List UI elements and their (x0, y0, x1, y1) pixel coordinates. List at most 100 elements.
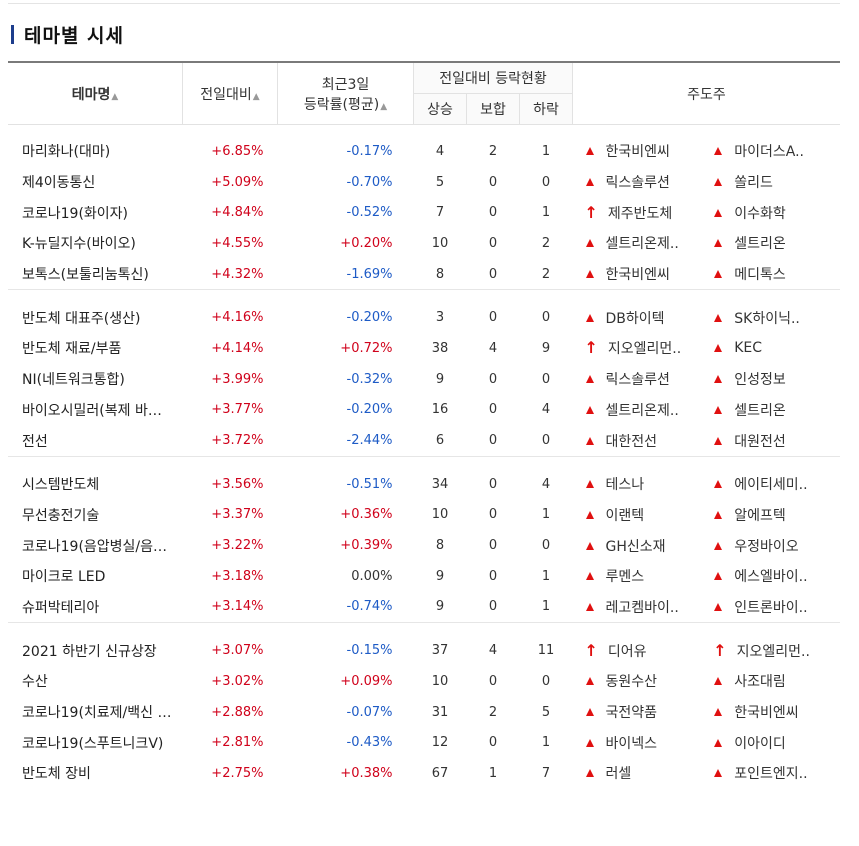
leader-stock[interactable]: ↑ 지오엘리먼.. (583, 338, 712, 358)
leader-stock[interactable]: GH신소재 (583, 536, 712, 556)
leader-stock-name[interactable]: 셀트리온 (734, 233, 786, 253)
leader-stock[interactable]: 대원전선 (711, 431, 840, 451)
leader-stock[interactable]: 메디톡스 (711, 264, 840, 284)
leader-stock[interactable]: KEC (711, 338, 840, 358)
leader-stock[interactable]: 쏠리드 (711, 172, 840, 192)
leader-stock[interactable]: 셀트리온제.. (583, 400, 712, 420)
leader-stock[interactable]: ↑ 제주반도체 (583, 203, 712, 223)
leader-stock[interactable]: 테스나 (583, 474, 712, 494)
leader-stock[interactable]: 포인트엔지.. (711, 763, 840, 783)
leader-stock-name[interactable]: DB하이텍 (606, 308, 665, 328)
leader-stock-name[interactable]: 릭스솔루션 (606, 369, 670, 389)
leader-stock-name[interactable]: 인트론바이.. (734, 597, 807, 617)
leader-stock-name[interactable]: 릭스솔루션 (606, 172, 670, 192)
leader-stock[interactable]: 한국비엔씨 (583, 141, 712, 161)
leader-stock[interactable]: SK하이닉.. (711, 308, 840, 328)
theme-link[interactable]: 바이오시밀러(복제 바… (22, 403, 162, 419)
leader-stock[interactable]: 에스엘바이.. (711, 566, 840, 586)
theme-link[interactable]: 제4이동통신 (22, 175, 95, 191)
leader-stock-name[interactable]: 디어유 (608, 641, 647, 661)
leader-stock[interactable]: 릭스솔루션 (583, 172, 712, 192)
theme-link[interactable]: 보톡스(보툴리눔톡신) (22, 267, 149, 283)
theme-link[interactable]: 시스템반도체 (22, 477, 99, 493)
theme-link[interactable]: 코로나19(화이자) (22, 206, 128, 222)
col-header-theme[interactable]: 테마명▲ (8, 62, 183, 125)
leader-stock-name[interactable]: 국전약품 (606, 702, 658, 722)
theme-link[interactable]: 무선충전기술 (22, 508, 99, 524)
theme-link[interactable]: 코로나19(치료제/백신 … (22, 705, 171, 721)
leader-stock-name[interactable]: 지오엘리먼.. (608, 338, 681, 358)
leader-stock[interactable]: 레고켐바이.. (583, 597, 712, 617)
leader-stock[interactable]: DB하이텍 (583, 308, 712, 328)
leader-stock-name[interactable]: 우정바이오 (734, 536, 798, 556)
theme-link[interactable]: 반도체 대표주(생산) (22, 311, 140, 327)
leader-stock-name[interactable]: 인성정보 (734, 369, 786, 389)
leader-stock-name[interactable]: 이랜텍 (606, 505, 645, 525)
col-header-change[interactable]: 전일대비▲ (182, 62, 278, 125)
leader-stock-name[interactable]: 레고켐바이.. (606, 597, 679, 617)
theme-link[interactable]: 코로나19(스푸트니크V) (22, 736, 163, 752)
leader-stock[interactable]: 마이더스A.. (711, 141, 840, 161)
leader-stock[interactable]: 인성정보 (711, 369, 840, 389)
leader-stock-name[interactable]: 테스나 (606, 474, 645, 494)
leader-stock[interactable]: 릭스솔루션 (583, 369, 712, 389)
leader-stock-name[interactable]: 셀트리온 (734, 400, 786, 420)
theme-link[interactable]: 반도체 장비 (22, 766, 91, 782)
leader-stock-name[interactable]: 이아이디 (734, 733, 786, 753)
leader-stock-name[interactable]: 제주반도체 (608, 203, 672, 223)
leader-stock[interactable]: ↑ 지오엘리먼.. (711, 641, 840, 661)
leader-stock-name[interactable]: 대한전선 (606, 431, 658, 451)
leader-stock[interactable]: 이랜텍 (583, 505, 712, 525)
leader-stock[interactable]: 이아이디 (711, 733, 840, 753)
leader-stock-name[interactable]: 루멘스 (606, 566, 645, 586)
theme-link[interactable]: K-뉴딜지수(바이오) (22, 236, 136, 252)
leader-stock-name[interactable]: 마이더스A.. (734, 141, 804, 161)
leader-stock[interactable]: 루멘스 (583, 566, 712, 586)
leader-stock-name[interactable]: 포인트엔지.. (734, 763, 807, 783)
leader-stock-name[interactable]: 쏠리드 (734, 172, 773, 192)
leader-stock[interactable]: ↑ 디어유 (583, 641, 712, 661)
leader-stock-name[interactable]: 에스엘바이.. (734, 566, 807, 586)
theme-link[interactable]: 2021 하반기 신규상장 (22, 644, 157, 660)
leader-stock-name[interactable]: 동원수산 (606, 671, 658, 691)
theme-link[interactable]: 반도체 재료/부품 (22, 341, 121, 357)
leader-stock-name[interactable]: 셀트리온제.. (606, 233, 679, 253)
leader-stock-name[interactable]: 러셀 (606, 763, 632, 783)
leader-stock[interactable]: 한국비엔씨 (711, 702, 840, 722)
leader-stock[interactable]: 이수화학 (711, 203, 840, 223)
theme-link[interactable]: 전선 (22, 434, 48, 450)
leader-stock-name[interactable]: KEC (734, 340, 762, 356)
leader-stock[interactable]: 바이넥스 (583, 733, 712, 753)
leader-stock-name[interactable]: 에이티세미.. (734, 474, 807, 494)
leader-stock[interactable]: 동원수산 (583, 671, 712, 691)
leader-stock[interactable]: 국전약품 (583, 702, 712, 722)
leader-stock[interactable]: 우정바이오 (711, 536, 840, 556)
leader-stock[interactable]: 셀트리온 (711, 400, 840, 420)
col-header-rate3d[interactable]: 최근3일 등락률(평균)▲ (277, 62, 414, 125)
theme-link[interactable]: NI(네트워크통합) (22, 372, 125, 388)
leader-stock-name[interactable]: SK하이닉.. (734, 308, 800, 328)
leader-stock[interactable]: 알에프텍 (711, 505, 840, 525)
leader-stock-name[interactable]: 바이넥스 (606, 733, 658, 753)
leader-stock[interactable]: 셀트리온제.. (583, 233, 712, 253)
leader-stock[interactable]: 인트론바이.. (711, 597, 840, 617)
theme-link[interactable]: 마이크로 LED (22, 569, 105, 585)
leader-stock-name[interactable]: 지오엘리먼.. (737, 641, 810, 661)
leader-stock-name[interactable]: 메디톡스 (734, 264, 786, 284)
theme-link[interactable]: 슈퍼박테리아 (22, 600, 99, 616)
leader-stock-name[interactable]: GH신소재 (606, 536, 666, 556)
leader-stock-name[interactable]: 셀트리온제.. (606, 400, 679, 420)
leader-stock-name[interactable]: 알에프텍 (734, 505, 786, 525)
theme-link[interactable]: 수산 (22, 674, 48, 690)
leader-stock-name[interactable]: 한국비엔씨 (606, 264, 670, 284)
leader-stock[interactable]: 사조대림 (711, 671, 840, 691)
leader-stock-name[interactable]: 한국비엔씨 (606, 141, 670, 161)
leader-stock[interactable]: 에이티세미.. (711, 474, 840, 494)
leader-stock-name[interactable]: 한국비엔씨 (734, 702, 798, 722)
theme-link[interactable]: 마리화나(대마) (22, 144, 110, 160)
theme-link[interactable]: 코로나19(음압병실/음… (22, 539, 167, 555)
leader-stock-name[interactable]: 이수화학 (734, 203, 786, 223)
leader-stock-name[interactable]: 사조대림 (734, 671, 786, 691)
leader-stock[interactable]: 러셀 (583, 763, 712, 783)
leader-stock-name[interactable]: 대원전선 (734, 431, 786, 451)
